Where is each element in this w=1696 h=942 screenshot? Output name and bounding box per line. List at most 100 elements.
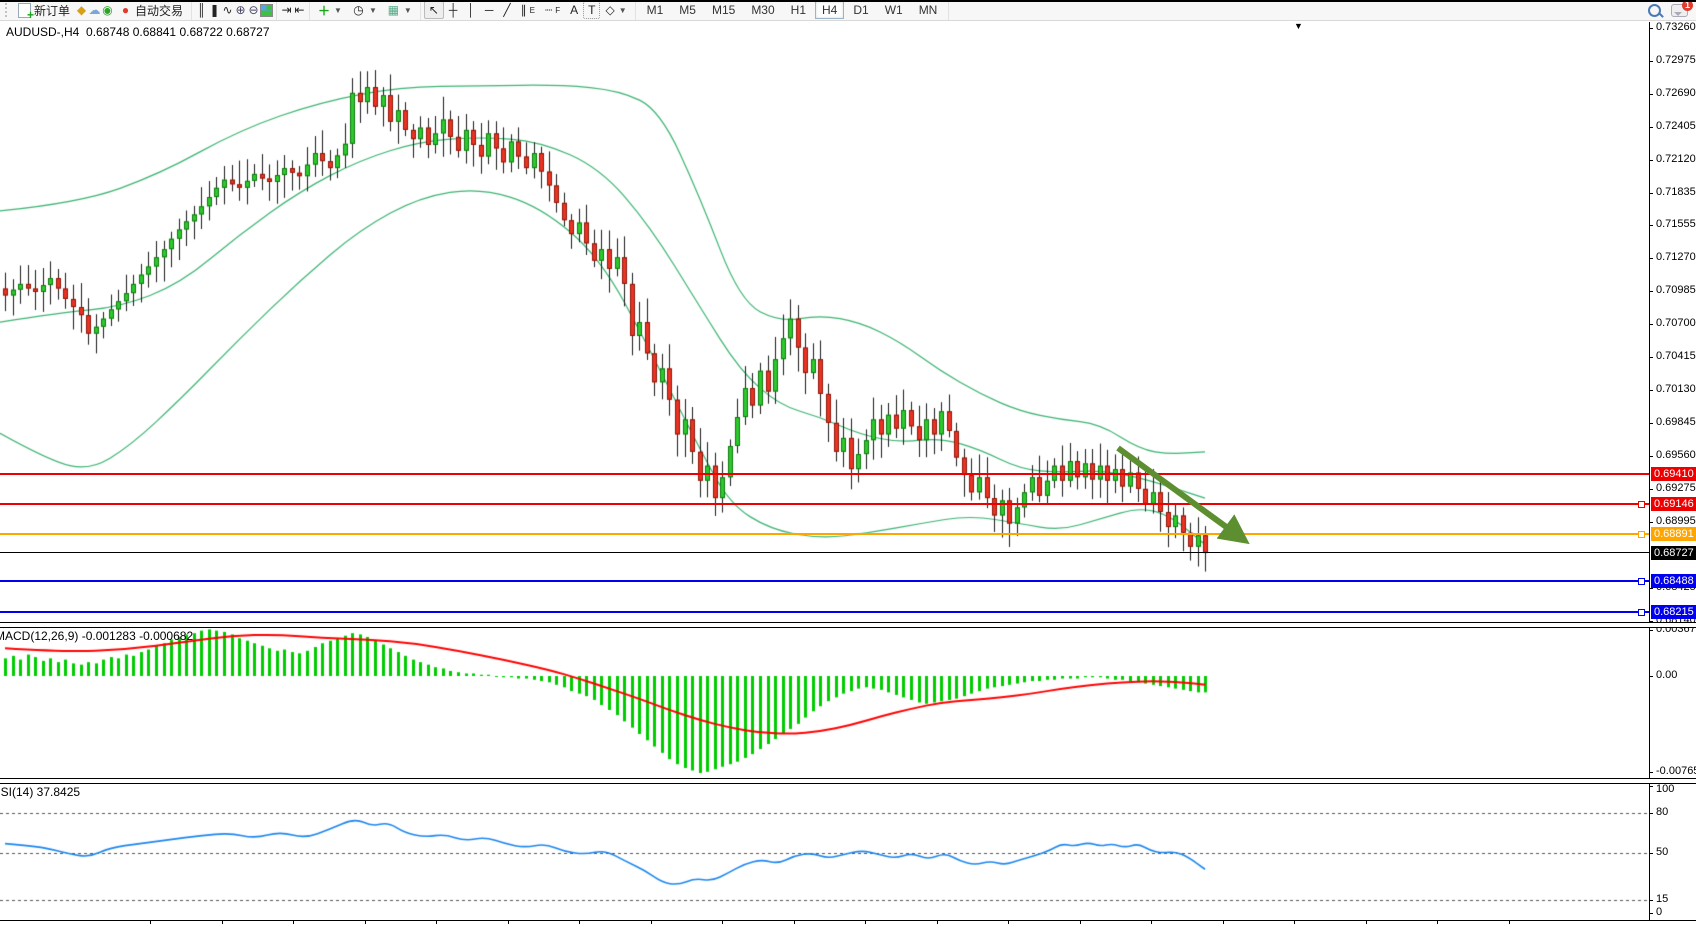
trendline-tool[interactable]: ╱ bbox=[498, 1, 515, 19]
new-order-label: 新订单 bbox=[34, 2, 70, 19]
text-tool[interactable]: A bbox=[565, 1, 583, 19]
symbol-period-label: AUDUSD-,H4 bbox=[6, 25, 79, 39]
date-tick-mark bbox=[365, 920, 366, 924]
indicators-button[interactable]: ＋▼ bbox=[313, 0, 347, 21]
rsi-tick-mark bbox=[1649, 913, 1653, 914]
horizontal-line-object[interactable] bbox=[0, 611, 1649, 613]
price-tick-mark bbox=[1649, 456, 1653, 457]
cloud-icon[interactable]: ☁ bbox=[88, 3, 101, 17]
toolbar-right: 1 bbox=[1648, 4, 1696, 17]
date-tick-mark bbox=[722, 920, 723, 924]
date-tick-mark bbox=[1366, 920, 1367, 924]
signal-icon[interactable]: ◉ bbox=[101, 3, 114, 17]
date-tick-mark bbox=[222, 920, 223, 924]
rsi-canvas[interactable] bbox=[0, 782, 1649, 918]
timeframe-m30[interactable]: M30 bbox=[744, 1, 781, 19]
date-tick-mark bbox=[937, 920, 938, 924]
autotrading-button[interactable]: ● 自动交易 bbox=[114, 0, 188, 21]
timeframe-m5[interactable]: M5 bbox=[672, 1, 703, 19]
timeframe-d1[interactable]: D1 bbox=[846, 1, 875, 19]
horizontal-line-object[interactable] bbox=[0, 533, 1649, 535]
price-tick-mark bbox=[1649, 193, 1653, 194]
price-tick-label: 0.70985 bbox=[1656, 284, 1696, 296]
vertical-line-tool[interactable]: │ bbox=[462, 1, 480, 19]
macd-tick-mark bbox=[1649, 676, 1653, 677]
line-drag-handle[interactable] bbox=[1638, 609, 1645, 616]
zoom-in-icon[interactable]: ⊕ bbox=[234, 3, 247, 17]
chart-title: AUDUSD-,H4 0.68748 0.68841 0.68722 0.687… bbox=[6, 25, 270, 39]
rsi-tick-mark bbox=[1649, 900, 1653, 901]
price-tick-label: 0.71835 bbox=[1656, 186, 1696, 198]
date-tick-mark bbox=[1080, 920, 1081, 924]
date-tick-mark bbox=[865, 920, 866, 924]
horizontal-line-object[interactable] bbox=[0, 503, 1649, 505]
gold-box-icon[interactable]: ◆ bbox=[75, 3, 88, 17]
chart-shift-icon[interactable]: ⇤ bbox=[293, 3, 306, 17]
price-tick-mark bbox=[1649, 357, 1653, 358]
price-tick-mark bbox=[1649, 127, 1653, 128]
date-tick-mark bbox=[1223, 920, 1224, 924]
price-tick-mark bbox=[1649, 324, 1653, 325]
periods-button[interactable]: ◷▼ bbox=[347, 1, 382, 19]
new-order-button[interactable]: 新订单 bbox=[13, 0, 75, 21]
line-price-tag: 0.68891 bbox=[1651, 527, 1696, 541]
price-tick-mark bbox=[1649, 258, 1653, 259]
date-tick-mark bbox=[651, 920, 652, 924]
price-tick-label: 0.72975 bbox=[1656, 54, 1696, 66]
price-tick-mark bbox=[1649, 160, 1653, 161]
macd-tick-mark bbox=[1649, 772, 1653, 773]
current-price-line[interactable] bbox=[0, 552, 1649, 553]
timeframe-w1[interactable]: W1 bbox=[878, 1, 910, 19]
fibonacci-tool[interactable]: ┈F bbox=[540, 1, 565, 19]
crosshair-tool[interactable]: ┼ bbox=[444, 1, 463, 19]
date-tick-mark bbox=[436, 920, 437, 924]
horizontal-line-tool[interactable]: ─ bbox=[480, 1, 499, 19]
timeframe-h4[interactable]: H4 bbox=[815, 1, 844, 19]
date-tick-mark bbox=[1008, 920, 1009, 924]
line-chart-icon[interactable]: ∿ bbox=[221, 3, 234, 17]
toolbar-grip[interactable] bbox=[5, 3, 11, 17]
toolbar-group-trade: 新订单 ◆ ☁ ◉ ● 自动交易 bbox=[0, 0, 192, 20]
horizontal-line-object[interactable] bbox=[0, 580, 1649, 582]
time-scale[interactable]: May 202224 May 20:0026 May 04:0027 May 1… bbox=[0, 920, 1696, 942]
timeframe-h1[interactable]: H1 bbox=[784, 1, 813, 19]
search-icon[interactable] bbox=[1648, 4, 1661, 17]
price-tick-label: 0.69845 bbox=[1656, 416, 1696, 428]
toolbar-group-add: ＋▼ ◷▼ ▦▼ bbox=[310, 0, 421, 20]
date-tick-mark bbox=[508, 920, 509, 924]
rsi-level-label: 50 bbox=[1656, 846, 1668, 858]
rsi-label: RSI(14) 37.8425 bbox=[0, 785, 80, 799]
candlestick-chart-icon[interactable]: ❚ bbox=[208, 3, 221, 17]
toolbar-group-chart-type: ║ ❚ ∿ ⊕ ⊖ bbox=[192, 0, 277, 20]
horizontal-line-object[interactable] bbox=[0, 473, 1649, 475]
macd-canvas[interactable] bbox=[0, 626, 1649, 778]
chevron-down-icon: ▼ bbox=[369, 6, 377, 15]
price-tick-mark bbox=[1649, 94, 1653, 95]
timeframe-mn[interactable]: MN bbox=[912, 1, 945, 19]
timeframe-m1[interactable]: M1 bbox=[640, 1, 671, 19]
mt4-window: 新订单 ◆ ☁ ◉ ● 自动交易 ║ ❚ ∿ ⊕ ⊖ ⇥ ⇤ ＋▼ ◷▼ ▦▼ bbox=[0, 0, 1696, 942]
tile-windows-icon[interactable] bbox=[260, 4, 273, 17]
bar-chart-icon[interactable]: ║ bbox=[195, 3, 208, 17]
price-tick-mark bbox=[1649, 225, 1653, 226]
rsi-tick-mark bbox=[1649, 786, 1653, 787]
line-drag-handle[interactable] bbox=[1638, 501, 1645, 508]
shapes-button[interactable]: ◇▼ bbox=[600, 1, 631, 19]
templates-button[interactable]: ▦▼ bbox=[382, 1, 417, 19]
clock-icon: ◷ bbox=[352, 3, 365, 17]
channel-tool[interactable]: ∥E bbox=[516, 1, 540, 19]
line-drag-handle[interactable] bbox=[1638, 578, 1645, 585]
zoom-out-icon[interactable]: ⊖ bbox=[247, 3, 260, 17]
text-label-tool[interactable]: T bbox=[583, 1, 600, 19]
auto-scroll-icon[interactable]: ⇥ bbox=[280, 3, 293, 17]
line-drag-handle[interactable] bbox=[1638, 531, 1645, 538]
cursor-tool[interactable]: ↖ bbox=[424, 1, 444, 19]
macd-tick-mark bbox=[1649, 630, 1653, 631]
rsi-level-label: 0 bbox=[1656, 906, 1662, 918]
price-tick-label: 0.71270 bbox=[1656, 251, 1696, 263]
series-end-marker[interactable]: ▼ bbox=[1294, 21, 1303, 31]
rsi-level-label: 80 bbox=[1656, 806, 1668, 818]
notifications-icon[interactable]: 1 bbox=[1671, 4, 1688, 17]
price-tick-mark bbox=[1649, 423, 1653, 424]
timeframe-m15[interactable]: M15 bbox=[705, 1, 742, 19]
